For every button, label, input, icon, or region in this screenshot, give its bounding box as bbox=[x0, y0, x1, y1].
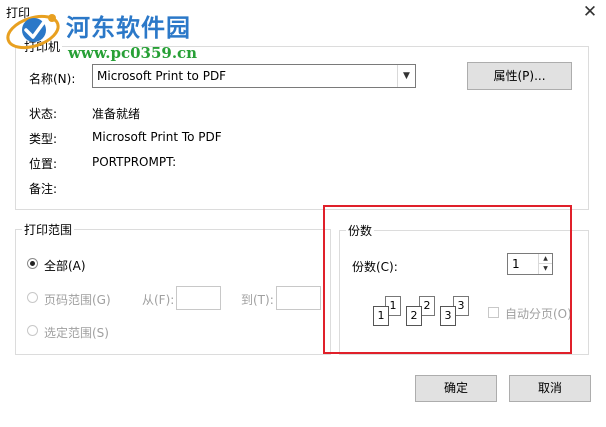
printer-name-label: 名称(N): bbox=[29, 72, 76, 86]
print-range-group-label: 打印范围 bbox=[22, 221, 75, 238]
printer-name-value: Microsoft Print to PDF bbox=[97, 69, 227, 83]
printer-name-select[interactable]: Microsoft Print to PDF ▼ bbox=[92, 64, 416, 88]
watermark-site-name: 河东软件园 bbox=[66, 13, 191, 42]
range-pages-label[interactable]: 页码范围(G) bbox=[44, 291, 111, 308]
ok-button[interactable]: 确定 bbox=[415, 375, 497, 402]
chevron-down-icon[interactable]: ▼ bbox=[397, 65, 415, 87]
range-from-label: 从(F): bbox=[142, 293, 175, 307]
range-pages-radio[interactable] bbox=[27, 292, 38, 303]
ok-button-label: 确定 bbox=[443, 381, 468, 395]
range-to-input[interactable] bbox=[276, 286, 321, 310]
watermark-logo-icon bbox=[6, 14, 60, 50]
type-label: 类型: bbox=[29, 132, 58, 146]
range-to-label: 到(T): bbox=[241, 293, 274, 307]
range-all-label[interactable]: 全部(A) bbox=[44, 257, 86, 274]
cancel-button-label: 取消 bbox=[537, 381, 562, 395]
range-selection-radio[interactable] bbox=[27, 325, 38, 336]
type-value: Microsoft Print To PDF bbox=[92, 130, 222, 144]
status-label: 状态: bbox=[29, 107, 58, 121]
watermark-url: www.pc0359.cn bbox=[68, 44, 198, 62]
properties-button-label: 属性(P)... bbox=[493, 69, 546, 83]
close-icon[interactable]: ✕ bbox=[580, 2, 600, 22]
range-from-input[interactable] bbox=[176, 286, 221, 310]
status-value: 准备就绪 bbox=[92, 107, 141, 121]
location-label: 位置: bbox=[29, 157, 58, 171]
highlight-box bbox=[323, 205, 572, 354]
cancel-button[interactable]: 取消 bbox=[509, 375, 591, 402]
location-value: PORTPROMPT: bbox=[92, 155, 177, 169]
range-all-radio[interactable] bbox=[27, 258, 38, 269]
comment-label: 备注: bbox=[29, 182, 58, 196]
range-selection-label[interactable]: 选定范围(S) bbox=[44, 324, 109, 341]
properties-button[interactable]: 属性(P)... bbox=[467, 62, 572, 90]
